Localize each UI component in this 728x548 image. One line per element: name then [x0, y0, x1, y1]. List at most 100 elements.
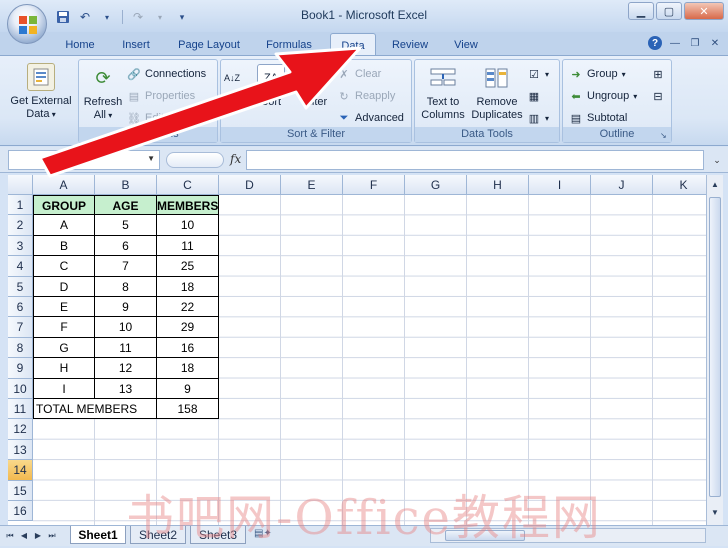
filter-button[interactable]: ⏷ Filter — [295, 64, 335, 109]
column-header-i[interactable]: I — [529, 175, 591, 195]
group-button[interactable]: ➜ Group ▾ — [569, 66, 625, 82]
advanced-filter-button[interactable]: ⏷ Advanced — [337, 110, 404, 126]
dialog-launcher-icon[interactable]: ↘ — [660, 131, 669, 140]
column-header-k[interactable]: K — [653, 175, 706, 195]
row-header-3[interactable]: 3 — [8, 235, 33, 257]
row-header-14[interactable]: 14 — [8, 460, 33, 481]
ribbon-close-icon[interactable]: ✕ — [708, 36, 722, 50]
name-box-dropdown-icon[interactable]: ▼ — [147, 154, 155, 163]
row-header-9[interactable]: 9 — [8, 358, 33, 379]
table-cell[interactable]: E — [33, 297, 95, 318]
table-cell[interactable]: 18 — [157, 358, 219, 379]
office-button[interactable] — [7, 4, 47, 44]
reapply-button[interactable]: ↻ Reapply — [337, 88, 395, 104]
select-all-corner[interactable] — [8, 175, 33, 195]
table-cell[interactable]: AGE — [95, 195, 157, 216]
sheet-tab-sheet2[interactable]: Sheet2 — [130, 526, 186, 544]
text-to-columns-button[interactable]: Text to Columns — [417, 64, 469, 122]
scroll-down-icon[interactable]: ▼ — [709, 505, 721, 521]
name-box[interactable]: M14 ▼ — [8, 150, 160, 170]
table-cell[interactable]: B — [33, 235, 95, 257]
horizontal-scrollbar[interactable] — [430, 528, 706, 543]
close-button[interactable]: ✕ — [684, 2, 724, 20]
row-header-4[interactable]: 4 — [8, 256, 33, 277]
refresh-all-button[interactable]: ⟳ Refresh All ▾ — [81, 64, 125, 122]
row-header-6[interactable]: 6 — [8, 297, 33, 318]
column-header-d[interactable]: D — [219, 175, 281, 195]
table-cell[interactable]: 5 — [95, 215, 157, 236]
table-cell[interactable]: 8 — [95, 276, 157, 297]
row-header-15[interactable]: 15 — [8, 480, 33, 501]
table-cell[interactable]: 29 — [157, 317, 219, 338]
row-header-8[interactable]: 8 — [8, 337, 33, 359]
table-cell[interactable]: 10 — [157, 215, 219, 236]
what-if-analysis-button[interactable]: ▥ ▾ — [527, 110, 549, 126]
worksheet-grid[interactable]: A B C D E F G H I J K 1 2 3 4 5 6 7 8 9 10 11 12 13 14 15 16 GROUP A… — [8, 175, 706, 525]
table-cell[interactable]: 11 — [95, 337, 157, 359]
table-cell[interactable]: 16 — [157, 337, 219, 359]
row-header-1[interactable]: 1 — [8, 195, 33, 216]
table-cell[interactable]: 12 — [95, 358, 157, 379]
table-cell[interactable]: 9 — [95, 297, 157, 318]
scroll-up-icon[interactable]: ▲ — [709, 177, 721, 193]
table-cell[interactable]: 9 — [157, 378, 219, 399]
table-cell[interactable]: 7 — [95, 256, 157, 277]
column-header-b[interactable]: B — [95, 175, 157, 195]
tab-view[interactable]: View — [446, 36, 486, 56]
data-validation-button[interactable]: ☑ ▾ — [527, 66, 549, 82]
row-header-2[interactable]: 2 — [8, 215, 33, 236]
next-sheet-icon[interactable]: ▶ — [32, 530, 44, 542]
insert-function-icon[interactable]: fx — [230, 152, 241, 166]
table-cell[interactable]: 25 — [157, 256, 219, 277]
table-cell[interactable]: 6 — [95, 235, 157, 257]
column-header-e[interactable]: E — [281, 175, 343, 195]
tab-review[interactable]: Review — [386, 36, 434, 56]
row-header-13[interactable]: 13 — [8, 439, 33, 461]
table-cell[interactable]: C — [33, 256, 95, 277]
sort-ascending-button[interactable]: A↓Z — [224, 70, 240, 86]
edit-links-button[interactable]: ⛓ Edit Links — [127, 110, 193, 126]
consolidate-button[interactable]: ▦ — [527, 88, 541, 104]
column-header-g[interactable]: G — [405, 175, 467, 195]
row-header-16[interactable]: 16 — [8, 501, 33, 522]
tab-insert[interactable]: Insert — [114, 36, 158, 56]
row-header-10[interactable]: 10 — [8, 378, 33, 399]
tab-formulas[interactable]: Formulas — [258, 36, 320, 56]
connections-button[interactable]: 🔗 Connections — [127, 66, 206, 82]
table-cell[interactable]: H — [33, 358, 95, 379]
column-header-a[interactable]: A — [33, 175, 95, 195]
table-cell[interactable]: GROUP — [33, 195, 95, 216]
remove-duplicates-button[interactable]: Remove Duplicates — [469, 64, 525, 122]
show-detail-button[interactable]: ⊞ — [651, 66, 665, 82]
sort-descending-button[interactable]: Z↓A — [224, 100, 240, 116]
maximize-button[interactable]: ▢ — [656, 2, 682, 20]
table-cell[interactable]: G — [33, 337, 95, 359]
column-header-j[interactable]: J — [591, 175, 653, 195]
get-external-data-button[interactable]: Get External Data ▾ — [8, 63, 74, 121]
row-header-11[interactable]: 11 — [8, 399, 33, 420]
column-header-h[interactable]: H — [467, 175, 529, 195]
tab-page-layout[interactable]: Page Layout — [172, 36, 246, 56]
column-header-c[interactable]: C — [157, 175, 219, 195]
table-cell[interactable]: 158 — [157, 399, 219, 420]
table-cell[interactable]: 13 — [95, 378, 157, 399]
table-cell[interactable]: 22 — [157, 297, 219, 318]
properties-button[interactable]: ▤ Properties — [127, 88, 195, 104]
table-cell[interactable]: TOTAL MEMBERS — [33, 399, 157, 420]
formula-input[interactable] — [246, 150, 704, 170]
sheet-tab-sheet1[interactable]: Sheet1 — [70, 526, 126, 544]
table-cell[interactable]: I — [33, 378, 95, 399]
table-cell[interactable]: F — [33, 317, 95, 338]
clear-button[interactable]: ✗ Clear — [337, 66, 381, 82]
vertical-scroll-thumb[interactable] — [709, 197, 721, 497]
ribbon-minimize-icon[interactable]: — — [668, 36, 682, 50]
table-cell[interactable]: D — [33, 276, 95, 297]
row-header-5[interactable]: 5 — [8, 276, 33, 297]
expand-formula-bar-icon[interactable]: ⌄ — [710, 150, 724, 170]
column-header-f[interactable]: F — [343, 175, 405, 195]
vertical-scrollbar[interactable]: ▲ ▼ — [706, 175, 723, 525]
ribbon-restore-icon[interactable]: ❐ — [688, 36, 702, 50]
row-header-7[interactable]: 7 — [8, 317, 33, 338]
sheet-tab-sheet3[interactable]: Sheet3 — [190, 526, 246, 544]
help-icon[interactable]: ? — [648, 36, 662, 50]
